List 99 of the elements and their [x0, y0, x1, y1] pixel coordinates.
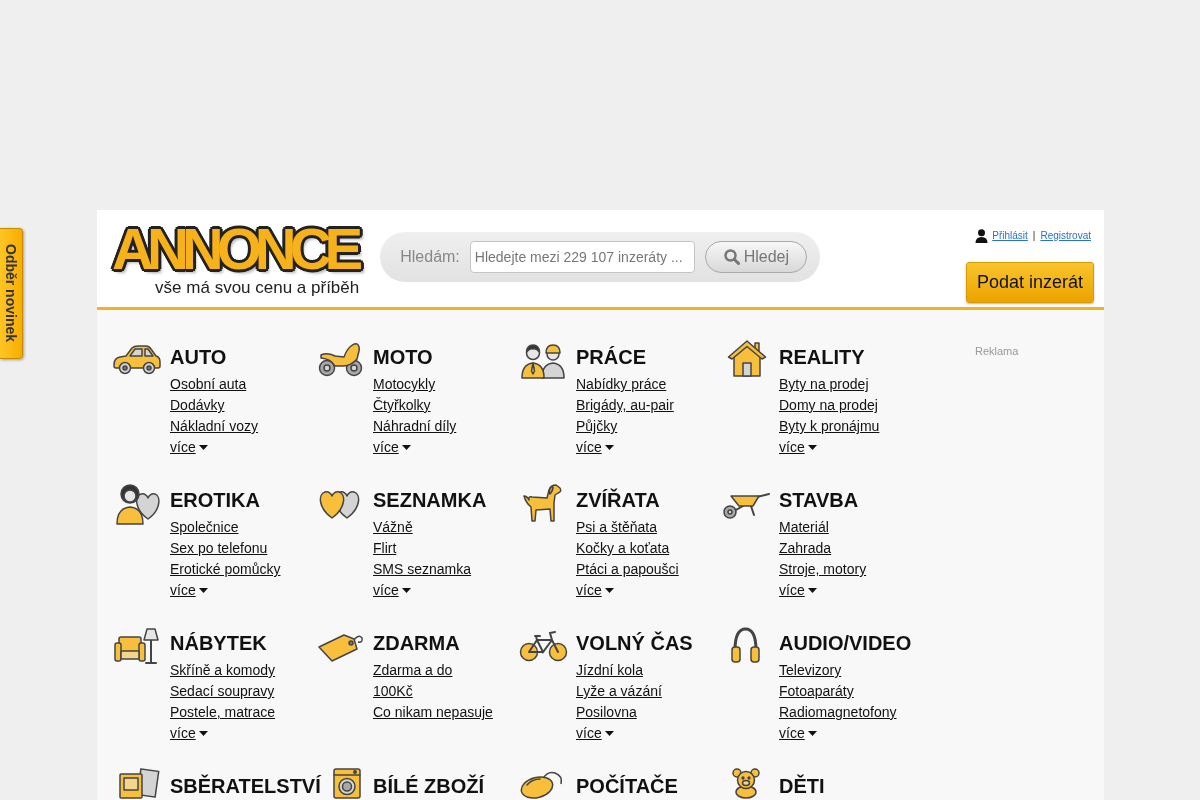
bicycle-icon: [519, 628, 568, 662]
subcategory-link[interactable]: Motocykly: [373, 374, 436, 395]
caret-icon: [401, 588, 411, 593]
caret-icon: [807, 731, 817, 736]
category-title[interactable]: ZDARMA: [373, 631, 460, 655]
woman-heart-icon: [115, 483, 161, 525]
armchair-lamp-icon: [113, 627, 161, 665]
subcategory-link[interactable]: Postele, matrace: [170, 702, 276, 723]
caret-icon: [198, 731, 208, 736]
caret-icon: [604, 445, 614, 450]
category-title[interactable]: AUDIO/VIDEO: [779, 631, 912, 655]
subcategory-link[interactable]: Nabídky práce: [576, 374, 667, 395]
subcategory-link[interactable]: Nákladní vozy: [170, 416, 258, 437]
more-link[interactable]: více: [576, 580, 614, 601]
headphones-icon: [730, 626, 761, 664]
subcategory-link[interactable]: Kočky a koťata: [576, 538, 670, 559]
motorcycle-icon: [318, 342, 363, 377]
category-title[interactable]: AUTO: [170, 345, 227, 369]
subcategory-link[interactable]: Co nikam nepasuje: [373, 702, 493, 723]
post-ad-button[interactable]: Podat inzerát: [965, 262, 1094, 303]
subcategory-link[interactable]: Lyže a vázání: [576, 681, 662, 702]
subcategory-link[interactable]: Čtyřkolky: [373, 395, 431, 416]
subcategory-link[interactable]: Posilovna: [576, 702, 637, 723]
caret-icon: [401, 445, 411, 450]
subcategory-link[interactable]: Stroje, motory: [779, 559, 867, 580]
logo-tagline: vše má svou cenu a příběh: [155, 278, 360, 298]
subcategory-link[interactable]: Domy na prodej: [779, 395, 878, 416]
more-link[interactable]: více: [779, 437, 817, 458]
link-separator: |: [1032, 230, 1036, 242]
category-title[interactable]: ZVÍŘATA: [576, 488, 660, 512]
caret-icon: [604, 731, 614, 736]
subcategory-link[interactable]: Brigády, au-pair: [576, 395, 674, 416]
caret-icon: [807, 588, 817, 593]
subcategory-link[interactable]: Byty na prodej: [779, 374, 869, 395]
caret-icon: [604, 588, 614, 593]
subcategory-link[interactable]: Fotoaparáty: [779, 681, 854, 702]
category-title[interactable]: SBĚRATELSTVÍ: [170, 774, 321, 798]
more-link[interactable]: více: [170, 437, 208, 458]
search-label: Hledám:: [400, 248, 460, 266]
subcategory-link[interactable]: Náhradní díly: [373, 416, 457, 437]
more-link[interactable]: více: [170, 723, 208, 744]
washing-machine-icon: [333, 768, 361, 799]
car-icon: [112, 343, 162, 375]
subcategory-link[interactable]: Dodávky: [170, 395, 225, 416]
subcategory-link[interactable]: Zahrada: [779, 538, 832, 559]
category-title[interactable]: NÁBYTEK: [170, 631, 267, 655]
category-title[interactable]: BÍLÉ ZBOŽÍ: [373, 774, 485, 798]
more-link[interactable]: více: [373, 580, 411, 601]
category-title[interactable]: MOTO: [373, 345, 433, 369]
computer-mouse-icon: [519, 770, 565, 799]
subcategory-link[interactable]: Televizory: [779, 660, 842, 681]
search-icon: [723, 249, 740, 265]
category-title[interactable]: PRÁCE: [576, 345, 646, 369]
caret-icon: [198, 588, 208, 593]
subcategory-link[interactable]: Skříně a komody: [170, 660, 276, 681]
subcategory-link[interactable]: Sedací soupravy: [170, 681, 275, 702]
teddy-bear-icon: [730, 768, 762, 799]
subcategory-link[interactable]: Radiomagnetofony: [779, 702, 897, 723]
subcategory-link[interactable]: Půjčky: [576, 416, 618, 437]
user-icon: [975, 229, 989, 243]
more-link[interactable]: více: [779, 723, 817, 744]
login-link[interactable]: Přihlásit: [992, 230, 1028, 242]
category-title[interactable]: EROTIKA: [170, 488, 260, 512]
subcategory-link[interactable]: Erotické pomůcky: [170, 559, 281, 580]
more-link[interactable]: více: [576, 723, 614, 744]
subcategory-link[interactable]: Psi a štěňata: [576, 517, 657, 538]
category-title[interactable]: STAVBA: [779, 488, 859, 512]
two-workers-icon: [520, 341, 566, 379]
subcategory-link[interactable]: Materiál: [779, 517, 829, 538]
subcategory-link[interactable]: Sex po telefonu: [170, 538, 268, 559]
subcategory-link[interactable]: Byty k pronájmu: [779, 416, 880, 437]
category-title[interactable]: SEZNAMKA: [373, 488, 487, 512]
more-link[interactable]: více: [170, 580, 208, 601]
category-title[interactable]: DĚTI: [779, 774, 825, 798]
search-field[interactable]: Hledejte mezi 229 107 inzeráty ...: [469, 241, 696, 273]
subcategory-link[interactable]: Vážně: [373, 517, 413, 538]
subcategory-link[interactable]: Zdarma a do 100Kč: [373, 660, 494, 702]
ad-label: Reklama: [975, 345, 1019, 358]
dog-icon: [522, 483, 563, 523]
wheelbarrow-icon: [721, 492, 771, 520]
caret-icon: [807, 445, 817, 450]
more-link[interactable]: více: [779, 580, 817, 601]
subcategory-link[interactable]: Společnice: [170, 517, 239, 538]
register-link[interactable]: Registrovat: [1040, 230, 1091, 242]
subcategory-link[interactable]: Ptáci a papoušci: [576, 559, 679, 580]
category-title[interactable]: REALITY: [779, 345, 865, 369]
subcategory-link[interactable]: Jízdní kola: [576, 660, 643, 681]
search-button[interactable]: Hledej: [705, 241, 808, 273]
caret-icon: [198, 445, 208, 450]
category-title[interactable]: VOLNÝ ČAS: [576, 631, 693, 655]
newsletter-tab[interactable]: Odběr novinek: [0, 228, 23, 359]
subcategory-link[interactable]: Flirt: [373, 538, 397, 559]
stamps-icon: [117, 768, 160, 799]
more-link[interactable]: více: [576, 437, 614, 458]
more-link[interactable]: více: [373, 437, 411, 458]
subcategory-link[interactable]: SMS seznamka: [373, 559, 472, 580]
category-title[interactable]: POČÍTAČE: [576, 774, 678, 798]
house-icon: [727, 339, 767, 378]
subcategory-link[interactable]: Osobní auta: [170, 374, 247, 395]
